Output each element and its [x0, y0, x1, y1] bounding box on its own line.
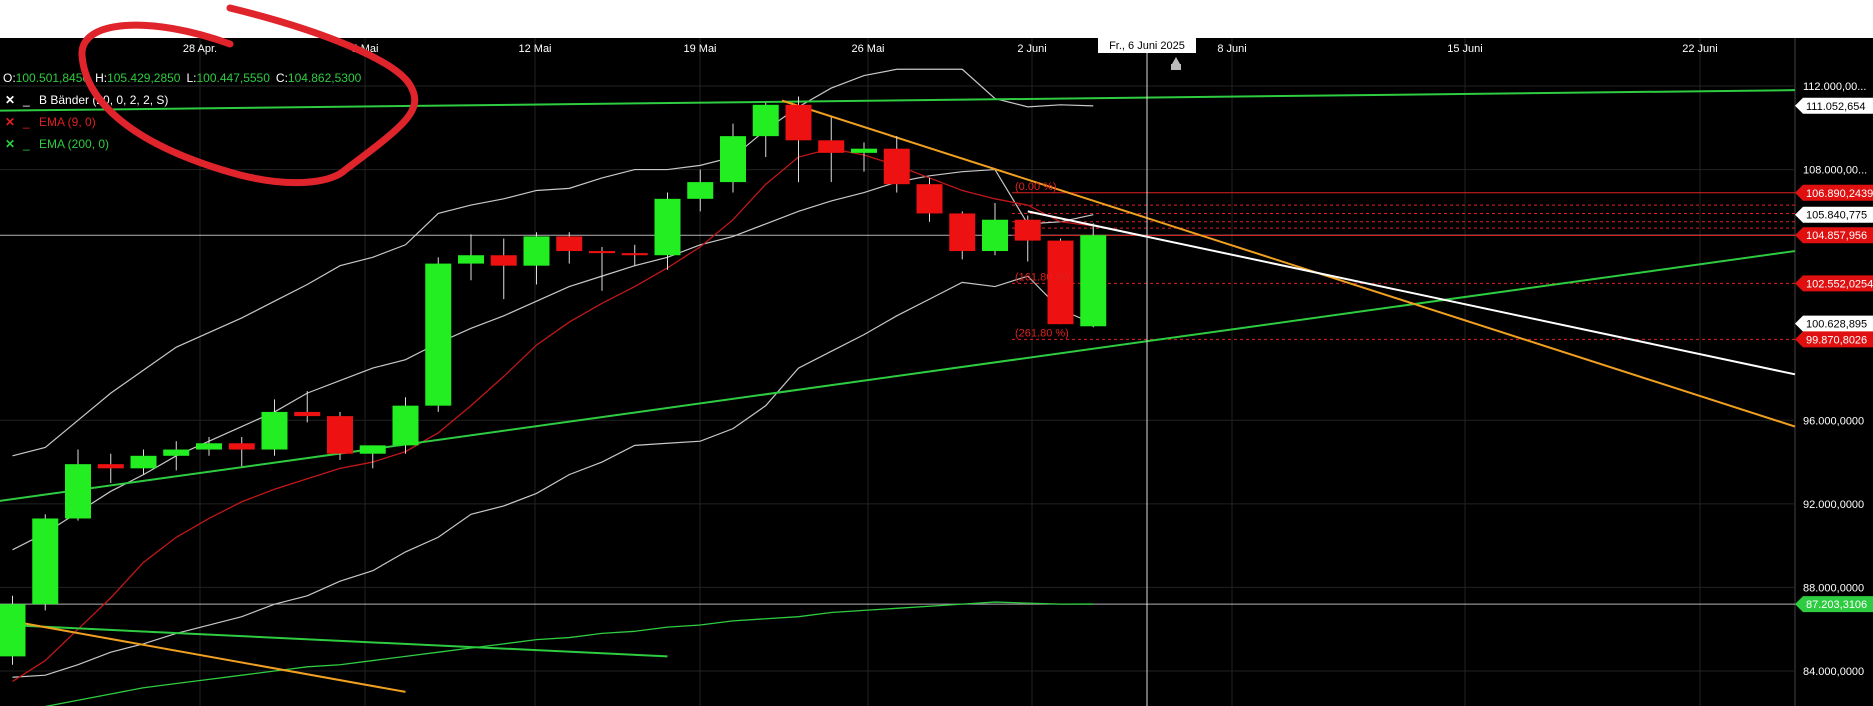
price-tag-text: 100.628,895 — [1806, 319, 1867, 331]
candle-body — [589, 251, 615, 254]
trading-chart[interactable]: Fr., 6 Juni 2025 28 Apr. 5 Mai 12 Mai 19 Ma… — [0, 0, 1873, 706]
candle-body — [1014, 219, 1041, 241]
x-tick-label: 19 Mai — [683, 43, 716, 55]
price-tag-text: 105.840,775 — [1806, 210, 1867, 222]
candle-body — [327, 416, 353, 454]
candle-body — [654, 198, 681, 256]
candle-body — [490, 255, 517, 266]
low-label: L: — [186, 71, 196, 85]
candle-body — [949, 213, 976, 252]
high-value: 105.429,2850 — [107, 71, 181, 85]
candle-body — [818, 140, 845, 153]
price-tag-text: 102.552,0254 — [1806, 278, 1873, 290]
candle[interactable] — [1080, 223, 1107, 328]
candle-body — [720, 136, 746, 183]
price-tag: 100.628,895 — [1795, 315, 1873, 332]
high-label: H: — [95, 71, 107, 85]
x-tick-label: 12 Mai — [518, 43, 551, 55]
crosshair-date: Fr., 6 Juni 2025 — [1109, 40, 1185, 52]
legend-label: EMA (200, 0) — [39, 137, 109, 151]
candle-body — [294, 411, 321, 417]
candle-body — [687, 182, 714, 199]
y-tick-label: 112.000,00... — [1803, 81, 1866, 93]
x-tick-label: 15 Juni — [1447, 43, 1482, 55]
candle[interactable] — [392, 397, 419, 454]
candle-body — [261, 411, 288, 450]
open-value: 100.501,8450 — [16, 71, 90, 85]
price-tag-text: 87.203,3106 — [1806, 599, 1867, 611]
candle-body — [982, 219, 1008, 252]
fib-level-label: (0.00 %) — [1015, 181, 1057, 193]
legend-item-bollinger[interactable]: ✕ _ B Bänder (20, 0, 2, 2, S) — [5, 93, 168, 107]
legend-label: EMA (9, 0) — [39, 115, 96, 129]
candle[interactable] — [425, 257, 452, 412]
candle-body — [523, 236, 550, 266]
candle-body — [228, 443, 255, 450]
candle-body — [458, 255, 484, 264]
y-tick-label: 84.000,0000 — [1803, 666, 1864, 678]
x-tick-label: 28 Apr. — [183, 43, 217, 55]
y-tick-label: 88.000,0000 — [1803, 582, 1864, 594]
candle[interactable] — [327, 411, 353, 460]
close-icon[interactable]: ✕ — [5, 137, 15, 151]
price-tag: 104.857,956 — [1795, 227, 1873, 244]
candle-body — [130, 455, 157, 469]
candle-body — [163, 449, 190, 456]
price-tag: 87.203,3106 — [1795, 596, 1873, 613]
low-value: 100.447,5550 — [197, 71, 271, 85]
candle-body — [392, 405, 419, 446]
price-tag: 111.052,654 — [1795, 97, 1873, 114]
close-label: C: — [276, 71, 288, 85]
x-tick-label: 8 Juni — [1217, 43, 1246, 55]
candle-body — [196, 443, 222, 450]
candle-body — [556, 236, 583, 252]
candle-body — [785, 104, 812, 141]
price-tag: 99.870,8026 — [1795, 331, 1873, 348]
price-tag: 105.840,775 — [1795, 206, 1873, 223]
close-icon[interactable]: ✕ — [5, 93, 15, 107]
close-value: 104.862,5300 — [288, 71, 362, 85]
price-tag-text: 104.857,956 — [1806, 230, 1867, 242]
candle-body — [65, 464, 91, 519]
candle-body — [425, 263, 452, 406]
x-tick-label: 26 Mai — [851, 43, 884, 55]
candle-body — [359, 445, 386, 454]
price-tag-text: 106.890,2439 — [1806, 188, 1873, 200]
price-tag: 106.890,2439 — [1795, 184, 1873, 201]
minimize-icon[interactable]: _ — [22, 115, 30, 129]
close-icon[interactable]: ✕ — [5, 115, 15, 129]
candle-body — [621, 253, 648, 256]
minimize-icon[interactable]: _ — [22, 137, 30, 151]
y-tick-label: 96.000,0000 — [1803, 415, 1864, 427]
candle-body — [752, 104, 779, 137]
candle-body — [883, 148, 910, 185]
open-label: O: — [3, 71, 16, 85]
candle-body — [97, 464, 124, 469]
candle-body — [851, 148, 877, 153]
candle[interactable] — [32, 514, 59, 611]
candle-body — [1080, 235, 1107, 327]
fib-level-label: (161.80 %) — [1015, 271, 1069, 283]
y-tick-label: 108.000,00... — [1803, 165, 1867, 177]
candle[interactable] — [0, 595, 26, 665]
candle-body — [0, 604, 26, 657]
price-tag: 102.552,0254 — [1795, 275, 1873, 292]
fib-level-label: (261.80 %) — [1015, 327, 1069, 339]
price-tag-text: 111.052,654 — [1806, 101, 1866, 113]
candle-body — [916, 184, 943, 214]
y-tick-label: 92.000,0000 — [1803, 499, 1864, 511]
minimize-icon[interactable]: _ — [22, 93, 30, 107]
x-tick-label: 2 Juni — [1017, 43, 1046, 55]
x-tick-label: 22 Juni — [1682, 43, 1717, 55]
price-tag-text: 99.870,8026 — [1806, 334, 1867, 346]
candle-body — [32, 518, 59, 605]
